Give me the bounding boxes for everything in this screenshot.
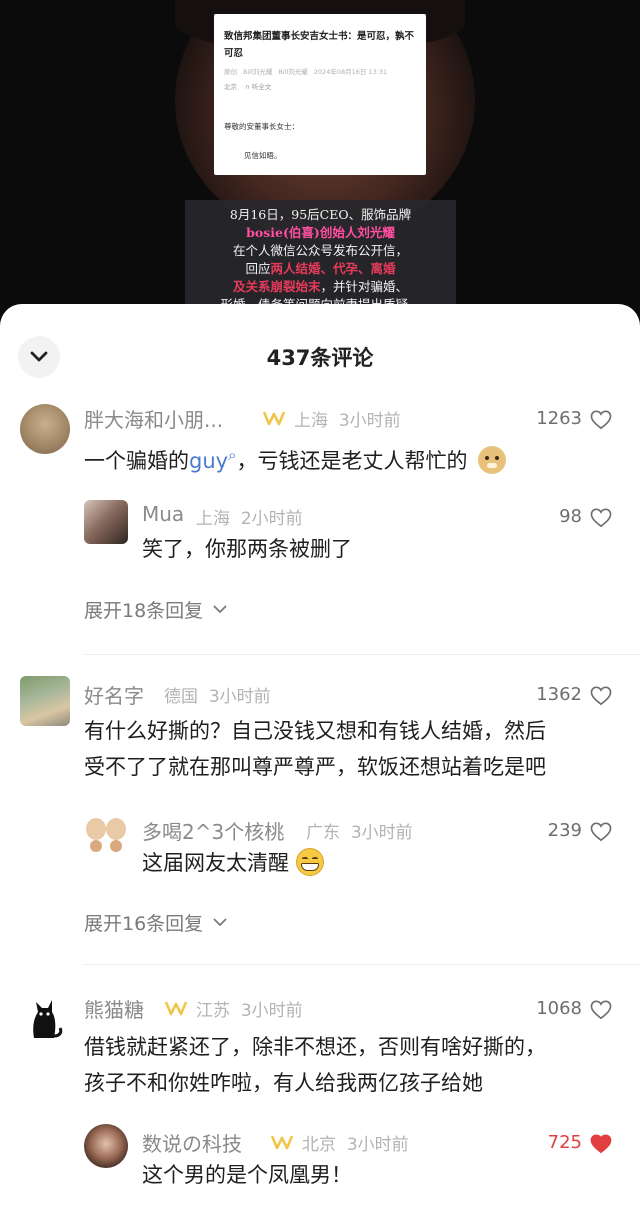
like-count: 1263 [536,408,582,429]
caption-line: bosie(伯喜)创始人刘光耀 [185,224,456,242]
avatar[interactable] [20,404,70,454]
grin-emoji-icon [295,848,324,876]
article-meta: 原创 Bill刘光耀 Bill刘光耀 2024年08月16日 13:31 [224,68,388,76]
avatar[interactable] [84,812,128,856]
heart-filled-icon[interactable] [590,1134,612,1154]
heart-outline-icon[interactable] [590,1000,612,1020]
like-count: 1362 [536,684,582,705]
caption-segment: 在个人微信公众号发布公开信， [232,243,408,258]
reply-username[interactable]: 多喝2^3个核桃 [142,816,284,845]
heart-outline-icon[interactable] [590,822,612,842]
avatar[interactable] [84,500,128,544]
vip-badge-icon [164,1001,188,1016]
comment-meta: 江苏 3小时前 [196,1001,303,1021]
article-body: 见信如晤。 [244,151,282,160]
like-count: 98 [559,506,582,527]
comment-username[interactable]: 熊猫糖 [84,994,144,1023]
avatar[interactable] [84,1124,128,1168]
comment-username[interactable]: 胖大海和小朋... [84,404,223,433]
reply-text: 笑了，你那两条被删了 [142,537,352,561]
caption-line: 在个人微信公众号发布公开信， [185,242,456,260]
article-screenshot: 致信邦集团董事长安吉女士书：是可忍，孰不可忍 原创 Bill刘光耀 Bill刘光… [214,14,426,175]
comment-count-title: 437条评论 [266,346,374,370]
like-count: 1068 [536,998,582,1019]
black-cat-icon [33,1000,63,1038]
reply-text: 这个男的是个凤凰男！ [142,1163,352,1187]
doge-emoji-icon [478,446,507,474]
comment-text-line-1: 有什么好撕的？自己没钱又想和有钱人结婚，然后 [84,719,546,743]
comment-text-line-2: 孩子不和你姓咋啦，有人给我两亿孩子给她 [84,1071,483,1095]
like-count-liked: 725 [547,1132,582,1153]
comment-text: 一个骗婚的guy⌕，亏钱还是老丈人帮忙的 [84,438,507,479]
headphones-icon: ∩ 听全文 [245,83,272,91]
reply-meta: 上海 2小时前 [196,509,303,529]
comment-sheet: 437条评论 胖大海和小朋... 上海 3小时前 1263 一个骗婚的guy⌕，… [0,304,640,1208]
chevron-down-icon [213,605,227,614]
caption-segment: 8月16日，95后CEO、服饰品牌 [229,207,412,222]
expand-replies-button[interactable]: 展开18条回复 [84,596,227,623]
divider [84,654,640,655]
caption-line: 回应两人结婚、代孕、离婚 [185,260,456,278]
expand-replies-button[interactable]: 展开16条回复 [84,909,227,936]
avatar[interactable] [20,992,70,1042]
page: 致信邦集团董事长安吉女士书：是可忍，孰不可忍 原创 Bill刘光耀 Bill刘光… [0,0,640,1208]
divider [84,964,640,965]
heart-outline-icon[interactable] [590,410,612,430]
vip-badge-icon [262,411,286,426]
comment-sheet-header: 437条评论 [0,304,640,406]
reply-meta: 北京 3小时前 [302,1135,409,1155]
comment-username[interactable]: 好名字 [84,680,144,709]
caption-line: 及关系崩裂始末，并针对骗婚、 [185,278,456,296]
reply-username[interactable]: Mua [142,502,184,526]
reply-meta: 广东 3小时前 [306,823,413,843]
caption-line: 8月16日，95后CEO、服饰品牌 [185,206,456,224]
chevron-down-icon [213,918,227,927]
comment-meta: 上海 3小时前 [294,411,401,431]
video-player[interactable]: 致信邦集团董事长安吉女士书：是可忍，孰不可忍 原创 Bill刘光耀 Bill刘光… [0,0,640,330]
avatar[interactable] [20,676,70,726]
comment-meta: 德国 3小时前 [164,687,271,707]
caption-segment: ，并针对骗婚、 [320,279,409,294]
article-meta-2: 北京 ∩ 听全文 [224,83,272,91]
reply-text: 这届网友太清醒 [142,846,324,881]
heart-outline-icon[interactable] [590,686,612,706]
search-link[interactable]: guy [189,449,228,473]
caption-segment: bosie(伯喜)创始人刘光耀 [246,225,395,240]
caption-segment: 及关系崩裂始末 [232,279,321,294]
heart-outline-icon[interactable] [590,508,612,528]
vip-badge-icon [270,1135,294,1150]
like-count: 239 [547,820,582,841]
caption-segment: 两人结婚、代孕、离婚 [270,261,396,276]
reply-username[interactable]: 数说の科技 [142,1128,242,1157]
caption-segment: 回应 [245,261,271,276]
article-title: 致信邦集团董事长安吉女士书：是可忍，孰不可忍 [224,31,415,59]
article-greeting: 尊敬的安董事长女士： [224,122,299,131]
comment-text-line-2: 受不了了就在那叫尊严尊严，软饭还想站着吃是吧 [84,755,546,779]
comment-text-line-1: 借钱就赶紧还了，除非不想还，否则有啥好撕的， [84,1035,546,1059]
